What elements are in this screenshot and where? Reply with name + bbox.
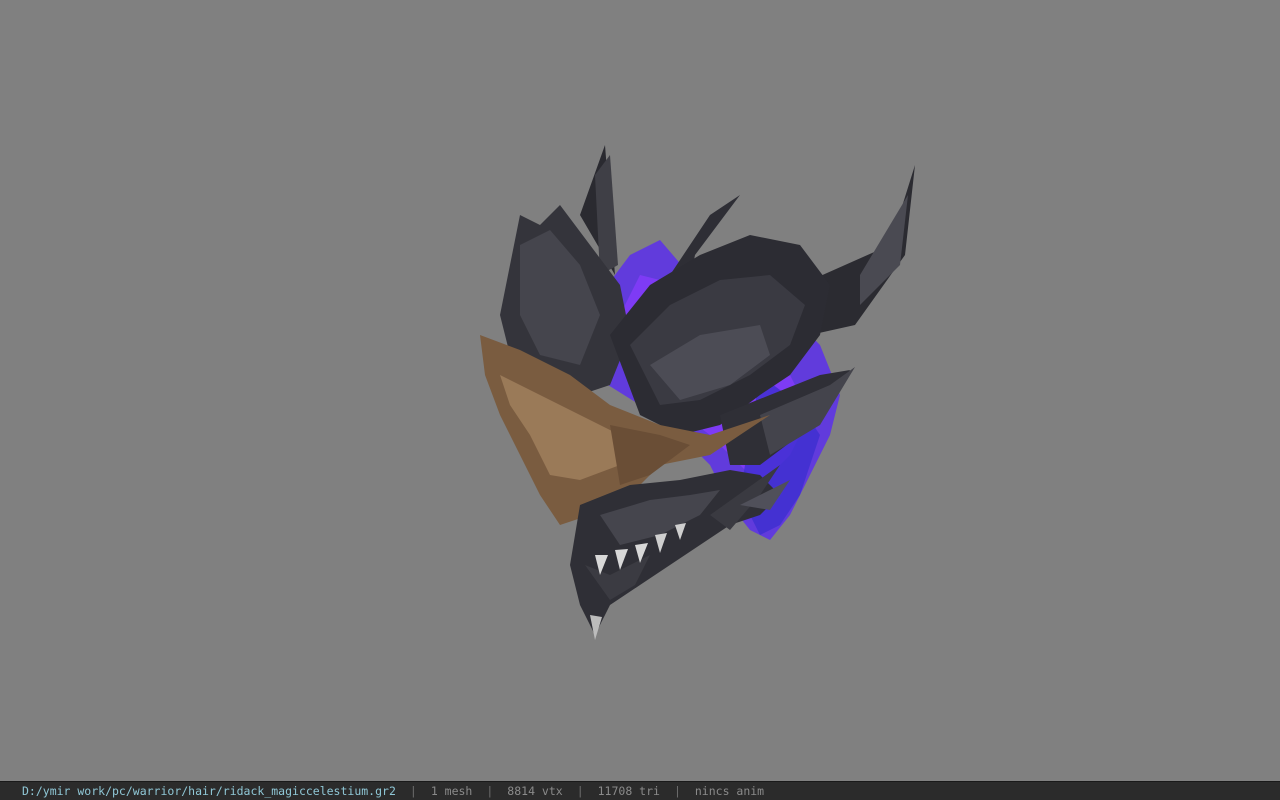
vertex-count: 8814 vtx	[507, 784, 563, 798]
mesh-count: 1 mesh	[430, 784, 473, 798]
3d-viewport[interactable]	[0, 0, 1280, 781]
anim-status: nincs anim	[694, 784, 765, 798]
status-bar: D:/ymir work/pc/warrior/hair/ridack_magi…	[0, 781, 1280, 800]
file-path: D:/ymir work/pc/warrior/hair/ridack_magi…	[22, 784, 396, 798]
separator: |	[576, 784, 584, 798]
triangle-count: 11708 tri	[597, 784, 660, 798]
separator: |	[673, 784, 681, 798]
separator: |	[486, 784, 494, 798]
separator: |	[409, 784, 417, 798]
dragon-helmet-model[interactable]	[460, 135, 940, 655]
